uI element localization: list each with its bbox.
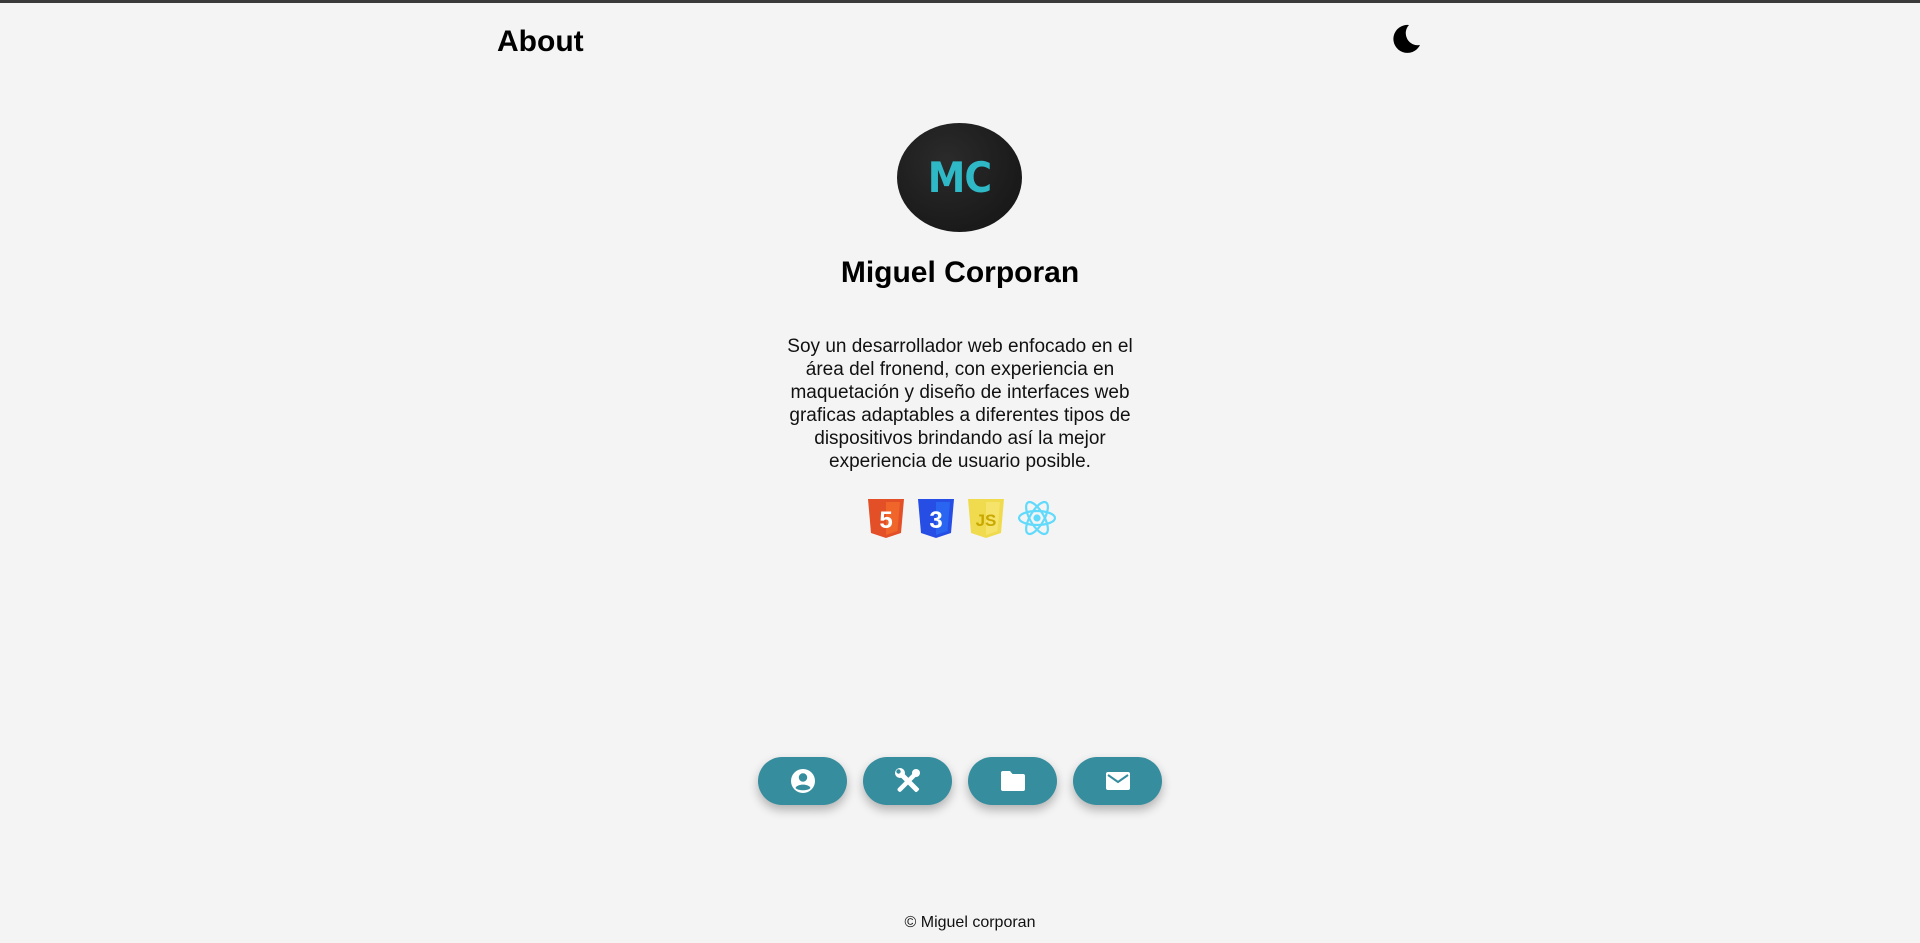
javascript-icon: JS bbox=[968, 499, 1004, 538]
user-circle-icon bbox=[790, 769, 815, 793]
bottom-navigation bbox=[758, 757, 1162, 805]
contact-nav-button[interactable] bbox=[1073, 757, 1162, 805]
html5-label: 5 bbox=[879, 507, 892, 534]
profile-bio: Soy un desarrollador web enfocado en el … bbox=[787, 336, 1133, 472]
moon-icon bbox=[1393, 24, 1420, 53]
footer-copyright: © Miguel corporan bbox=[904, 914, 1036, 931]
projects-nav-button[interactable] bbox=[968, 757, 1057, 805]
css3-label: 3 bbox=[929, 507, 942, 534]
html5-icon: 5 bbox=[868, 499, 904, 538]
page-title: About bbox=[497, 25, 584, 58]
technology-icons: 5 3 JS bbox=[866, 497, 1058, 539]
skills-nav-button[interactable] bbox=[863, 757, 952, 805]
mail-icon bbox=[1105, 772, 1130, 790]
profile-name: Miguel Corporan bbox=[840, 256, 1080, 289]
folder-icon bbox=[1000, 771, 1025, 791]
theme-toggle-button[interactable] bbox=[1388, 22, 1424, 58]
avatar-initials: MC bbox=[927, 153, 992, 202]
css3-icon: 3 bbox=[918, 499, 954, 538]
tools-icon bbox=[894, 768, 920, 793]
react-icon bbox=[1017, 500, 1057, 536]
top-border bbox=[0, 0, 1920, 3]
avatar: MC bbox=[897, 123, 1022, 232]
javascript-label: JS bbox=[976, 511, 997, 530]
about-nav-button[interactable] bbox=[758, 757, 847, 805]
